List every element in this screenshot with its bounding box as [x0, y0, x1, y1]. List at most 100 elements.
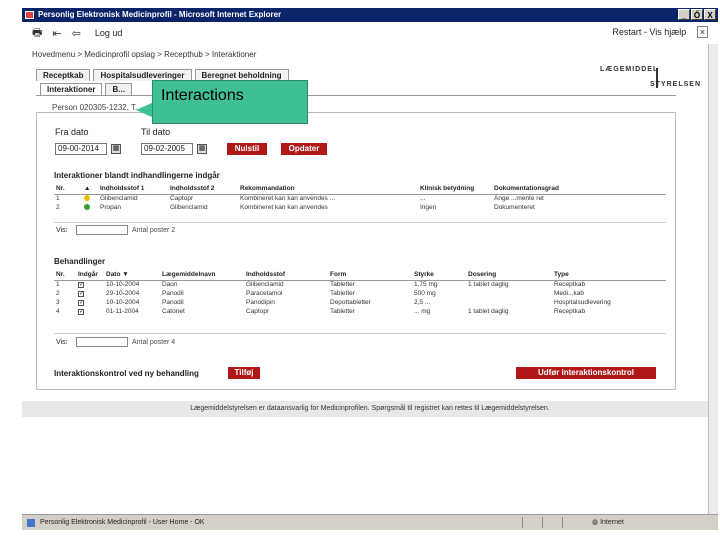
from-date-input[interactable]: 09-00-2014	[55, 143, 107, 155]
cell-type: Receptkab	[554, 281, 586, 289]
cell-stof: Paracetamol	[246, 290, 283, 297]
cell-type: Hospitalsudlevering	[554, 299, 611, 306]
window-title: Personlig Elektronisk Medicinprofil - Mi…	[38, 10, 282, 19]
col-sev[interactable]: ▲	[82, 184, 98, 195]
include-checkbox[interactable]: ✓	[78, 300, 84, 306]
reset-button[interactable]: Nulstil	[227, 143, 267, 155]
restore-button[interactable]: Ő	[691, 9, 703, 20]
cell-type: Medi...kab	[554, 290, 584, 297]
content-panel: Fra dato Til dato 09-00-2014 ▦ 09-02-200…	[36, 112, 676, 390]
cell-klinisk: Ingen	[420, 204, 437, 211]
cell-dosering	[466, 289, 552, 298]
zone-label: Internet	[600, 519, 624, 526]
window-titlebar: Personlig Elektronisk Medicinprofil - Mi…	[22, 8, 718, 22]
col-nr[interactable]: Nr.	[54, 270, 76, 281]
run-interaction-check-button[interactable]: Udfør interaktionskontrol	[516, 367, 656, 379]
col-klinisk[interactable]: Klinisk betydning	[418, 184, 492, 195]
severity-cell	[82, 194, 98, 203]
cell-dok: Ange ...mente ret	[494, 195, 544, 203]
vis-select[interactable]	[76, 337, 128, 347]
col-stof[interactable]: Indholdsstof	[244, 270, 328, 281]
col-styrke[interactable]: Styrke	[412, 270, 466, 281]
treatments-title: Behandlinger	[54, 257, 106, 266]
close-icon[interactable]: ×	[696, 26, 708, 38]
table-row[interactable]: 1 Glibenclamid Captopr Kombineret kan ka…	[54, 194, 666, 203]
globe-icon: ◍	[592, 519, 601, 526]
logout-link[interactable]: Log ud	[95, 28, 123, 38]
back-icon[interactable]: ⇦	[72, 27, 81, 40]
vis-label: Vis:	[56, 339, 68, 346]
table-row[interactable]: 1 ✓ 10-10-2004 Daon Glibenclamid Tablett…	[54, 280, 666, 289]
update-button[interactable]: Opdater	[281, 143, 327, 155]
add-treatment-button[interactable]: Tilføj	[228, 367, 260, 379]
cell-dok: Dokumenteret	[494, 204, 535, 211]
divider	[54, 333, 666, 334]
col-dok[interactable]: Dokumentationsgrad	[492, 184, 666, 195]
status-text: Personlig Elektronisk Medicinprofil - Us…	[40, 519, 205, 526]
home-icon[interactable]: ⇤	[52, 27, 61, 40]
cell-klinisk: ...	[420, 195, 426, 203]
cell-stof: Glibenclamid	[246, 281, 284, 289]
restart-help-link[interactable]: Restart - Vis hjælp	[612, 27, 686, 37]
table-row[interactable]: 2 Propan Glibenclamid Kombineret kan kan…	[54, 203, 666, 212]
vis-select[interactable]	[76, 225, 128, 235]
cell-stof: Captopr	[246, 308, 270, 315]
col-stof1[interactable]: Indholdsstof 1	[98, 184, 168, 195]
close-button[interactable]: X	[704, 9, 716, 20]
logo: LÆGEMIDDEL STYRELSEN	[600, 66, 701, 88]
cell-nr: 4	[56, 308, 60, 315]
person-subtitle: Person 020305-1232, T...	[52, 103, 142, 112]
cell-dosering	[466, 298, 552, 307]
include-checkbox[interactable]: ✓	[78, 291, 84, 297]
col-type[interactable]: Type	[552, 270, 666, 281]
new-treatment-label: Interaktionskontrol ved ny behandling	[54, 369, 199, 378]
cell-form: Tabletter	[330, 308, 355, 315]
to-date-input[interactable]: 09-02-2005	[141, 143, 193, 155]
col-stof2[interactable]: Indholdsstof 2	[168, 184, 238, 195]
from-date-label: Fra dato	[55, 127, 89, 137]
table-row[interactable]: 2 ✓ 29-10-2004 Panodil Paracetamol Table…	[54, 289, 666, 298]
interactions-title: Interaktioner blandt indhandlingerne ind…	[54, 171, 220, 180]
col-navn[interactable]: Lægemiddelnavn	[160, 270, 244, 281]
table-header: Nr. ▲ Indholdsstof 1 Indholdsstof 2 Reko…	[54, 184, 666, 195]
cell-rek: Kombineret kan kan anvendes	[240, 204, 328, 211]
cell-navn: Daon	[162, 281, 178, 289]
breadcrumb: Hovedmenu > Medicinprofil opslag > Recep…	[32, 50, 257, 59]
severity-icon	[84, 203, 90, 210]
cell-styrke: 1,75 mg	[414, 281, 438, 289]
col-nr[interactable]: Nr.	[54, 184, 82, 195]
tab-interaktioner[interactable]: Interaktioner	[40, 83, 103, 95]
calendar-icon[interactable]: ▦	[111, 144, 121, 154]
col-dosering[interactable]: Dosering	[466, 270, 552, 281]
calendar-icon[interactable]: ▦	[197, 144, 207, 154]
col-rek[interactable]: Rekommandation	[238, 184, 418, 195]
tab-receptkab[interactable]: Receptkab	[36, 69, 91, 81]
vertical-scrollbar[interactable]	[708, 44, 718, 514]
tab-b[interactable]: B...	[105, 83, 132, 95]
footer-text: Lægemiddelstyrelsen er dataansvarlig for…	[22, 401, 718, 417]
cell-navn: Catonet	[162, 308, 185, 315]
cell-dato: 29-10-2004	[106, 290, 140, 297]
cell-form: Depottabletter	[330, 299, 371, 306]
count-label: Antal poster 4	[132, 339, 176, 346]
cell-stof1: Propan	[100, 204, 121, 211]
col-indgaar[interactable]: Indgår	[76, 270, 104, 281]
page-icon	[27, 519, 35, 527]
table-row[interactable]: 4 ✓ 01-11-2004 Catonet Captopr Tabletter…	[54, 307, 666, 316]
table-row[interactable]: 3 ✓ 10-10-2004 Panodil Panodipin Depotta…	[54, 298, 666, 307]
include-checkbox[interactable]: ✓	[78, 309, 84, 315]
logo-line1: LÆGEMIDDEL	[600, 66, 659, 73]
col-dato[interactable]: Dato ▼	[104, 270, 160, 281]
callout-box: Interactions	[152, 80, 308, 124]
tabs-row2: Interaktioner B...	[40, 83, 132, 95]
minimize-button[interactable]: _	[678, 9, 690, 20]
cell-nr: 1	[56, 281, 60, 289]
cell-dato: 10-10-2004	[106, 299, 140, 306]
include-checkbox[interactable]: ✓	[78, 282, 84, 289]
to-date-label: Til dato	[141, 127, 171, 137]
col-form[interactable]: Form	[328, 270, 412, 281]
severity-icon	[84, 194, 90, 201]
cell-dato: 01-11-2004	[106, 308, 139, 315]
status-divider	[542, 517, 543, 528]
print-icon[interactable]: 🖶	[32, 24, 42, 43]
